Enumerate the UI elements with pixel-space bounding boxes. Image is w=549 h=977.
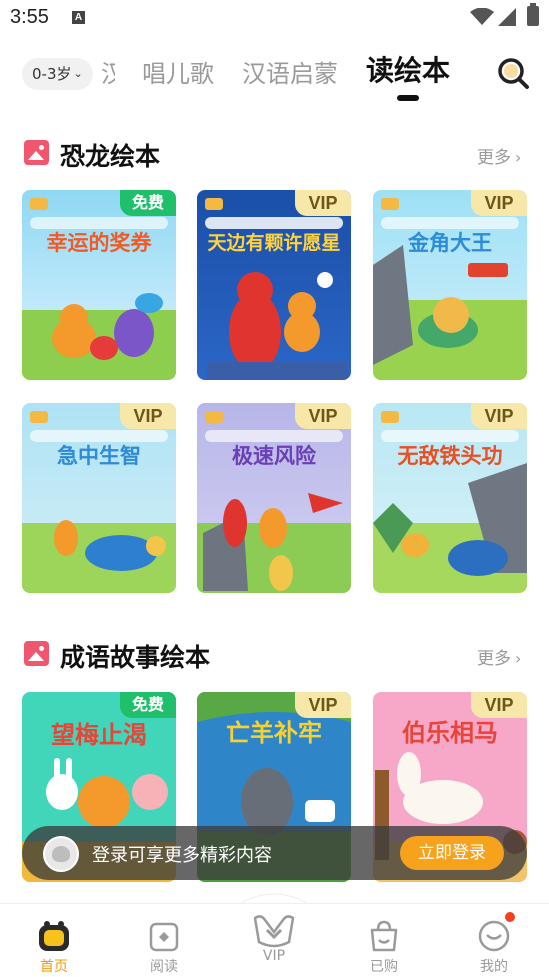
tab-nursery-rhymes[interactable]: 唱儿歌 xyxy=(142,58,214,90)
search-icon[interactable] xyxy=(496,56,530,90)
book-card[interactable]: 幸运的奖券 免费 xyxy=(22,190,176,380)
vip-badge: VIP xyxy=(471,403,527,429)
chevron-right-icon: › xyxy=(515,148,522,167)
battery-icon xyxy=(527,3,539,26)
book-card[interactable]: 急中生智 VIP xyxy=(22,403,176,593)
dinosaur-illustration xyxy=(373,245,508,365)
series-label-bar xyxy=(30,217,168,229)
age-filter-label: 0-3岁 xyxy=(32,65,72,83)
nav-mine-label: 我的 xyxy=(480,959,508,975)
vip-badge: VIP xyxy=(295,692,351,718)
book-card[interactable]: 无敌铁头功 VIP xyxy=(373,403,527,593)
nav-purchased-label: 已购 xyxy=(370,959,398,975)
shopping-bag-icon xyxy=(370,920,398,952)
series-label-bar xyxy=(205,217,343,229)
profile-chat-icon xyxy=(478,920,510,952)
nav-home-label: 首页 xyxy=(40,959,68,975)
category-tabs: 0-3岁 ⌄ 汉 唱儿歌 汉语启蒙 读绘本 xyxy=(0,50,549,110)
book-title: 极速风险 xyxy=(232,444,316,468)
section-title-dinosaur: 恐龙绘本 xyxy=(60,142,161,171)
home-icon xyxy=(39,921,69,951)
dinosaur-illustration xyxy=(207,272,347,380)
publisher-logo xyxy=(30,411,48,423)
vip-crown-icon xyxy=(253,915,295,948)
publisher-logo xyxy=(381,411,399,423)
book-card[interactable]: 金角大王 VIP xyxy=(373,190,527,380)
section-picture-icon xyxy=(24,641,49,666)
tab-partial[interactable]: 汉 xyxy=(101,58,115,90)
vip-badge: VIP xyxy=(295,403,351,429)
free-badge: 免费 xyxy=(120,190,176,216)
vip-badge: VIP xyxy=(471,692,527,718)
nav-vip-label: VIP xyxy=(262,948,286,964)
book-title: 急中生智 xyxy=(57,444,141,468)
more-label: 更多 xyxy=(477,649,511,669)
series-label-bar xyxy=(30,430,168,442)
login-prompt-text: 登录可享更多精彩内容 xyxy=(92,845,272,866)
publisher-logo xyxy=(205,198,223,210)
signal-icon xyxy=(498,8,516,26)
status-bar: 3:55 A xyxy=(0,0,549,40)
nav-purchased[interactable]: 已购 xyxy=(344,918,424,976)
avatar xyxy=(43,836,79,872)
vip-badge: VIP xyxy=(120,403,176,429)
tab-picture-books[interactable]: 读绘本 xyxy=(366,55,450,87)
nav-home[interactable]: 首页 xyxy=(14,918,94,976)
dinosaur-illustration xyxy=(54,520,166,571)
more-link-idiom[interactable]: 更多 › xyxy=(477,644,521,669)
more-label: 更多 xyxy=(477,148,511,168)
active-tab-indicator xyxy=(397,95,419,101)
nav-mine[interactable]: 我的 xyxy=(454,918,534,976)
book-title: 幸运的奖券 xyxy=(46,231,152,255)
book-card[interactable]: 天边有颗许愿星 VIP xyxy=(197,190,351,380)
age-filter-dropdown[interactable]: 0-3岁 ⌄ xyxy=(22,58,93,90)
chevron-right-icon: › xyxy=(515,649,522,668)
status-time: 3:55 xyxy=(10,6,49,28)
section-title-idiom: 成语故事绘本 xyxy=(60,643,211,672)
nav-vip[interactable]: VIP xyxy=(234,915,314,964)
series-label-bar xyxy=(381,430,519,442)
book-title: 伯乐相马 xyxy=(402,719,498,747)
vip-badge: VIP xyxy=(295,190,351,216)
chevron-down-icon: ⌄ xyxy=(73,67,83,80)
dinosaur-illustration xyxy=(203,493,343,591)
notification-dot xyxy=(505,912,515,922)
publisher-logo xyxy=(205,411,223,423)
login-prompt-banner: 登录可享更多精彩内容 立即登录 xyxy=(22,826,527,880)
series-label-bar xyxy=(381,217,519,229)
wifi-icon xyxy=(470,8,494,25)
login-button[interactable]: 立即登录 xyxy=(400,836,504,870)
app-screen: { "status_bar": { "time": "3:55", "notif… xyxy=(0,0,549,977)
bottom-navigation: 首页 阅读 VIP 已购 我的 xyxy=(0,903,549,977)
publisher-logo xyxy=(30,198,48,210)
dinosaur-illustration xyxy=(52,293,163,360)
free-badge: 免费 xyxy=(120,692,176,718)
section-picture-icon xyxy=(24,140,49,165)
publisher-logo xyxy=(381,198,399,210)
book-title: 望梅止渴 xyxy=(51,721,147,749)
dinosaur-illustration xyxy=(373,463,527,576)
book-title: 亡羊补牢 xyxy=(226,719,322,747)
tab-chinese-enlightenment[interactable]: 汉语启蒙 xyxy=(242,58,338,90)
vip-badge: VIP xyxy=(471,190,527,216)
nav-read[interactable]: 阅读 xyxy=(124,918,204,976)
nav-read-label: 阅读 xyxy=(150,959,178,975)
series-label-bar xyxy=(205,430,343,442)
more-link-dinosaur[interactable]: 更多 › xyxy=(477,143,521,168)
book-title: 天边有颗许愿星 xyxy=(207,232,341,254)
book-icon xyxy=(149,922,179,952)
notification-a-icon: A xyxy=(72,11,85,24)
book-card[interactable]: 极速风险 VIP xyxy=(197,403,351,593)
